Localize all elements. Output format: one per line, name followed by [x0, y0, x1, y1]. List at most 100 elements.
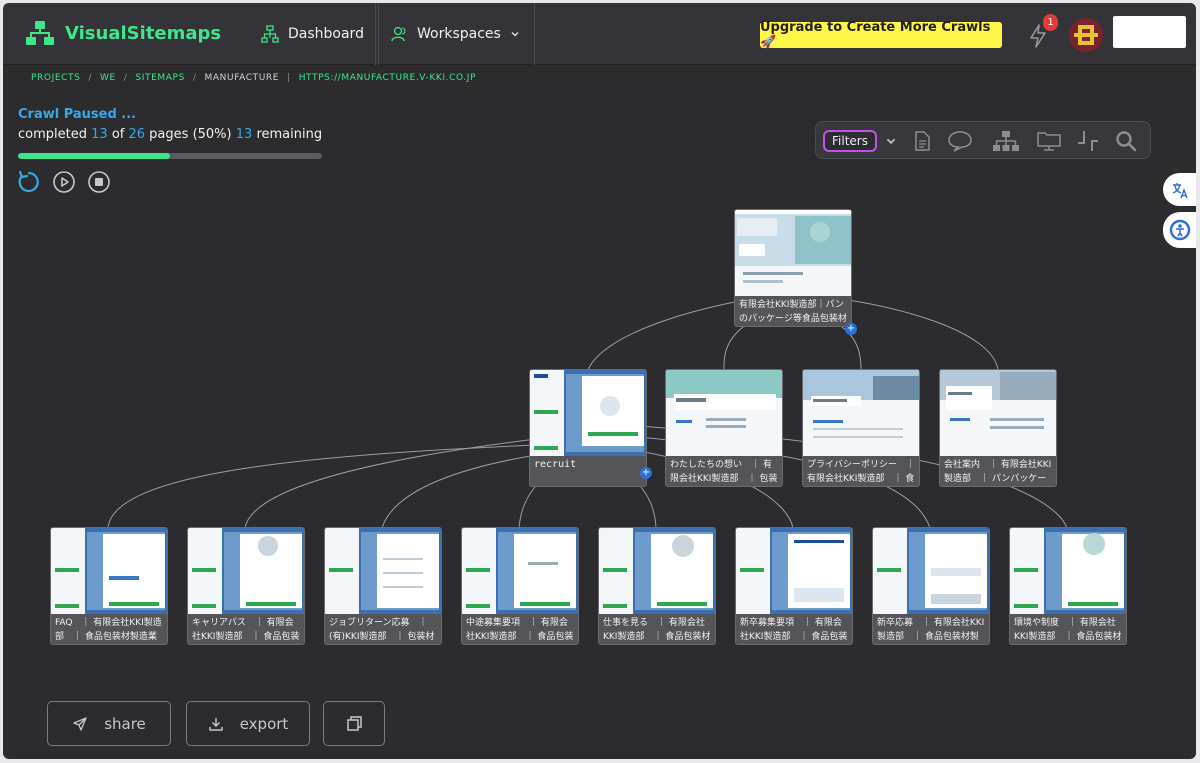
breadcrumb-projects[interactable]: PROJECTS: [31, 73, 80, 83]
page-title: 会社案内 ｜ 有限会社KKI製造部 ｜ パンパッケージ: [940, 456, 1056, 486]
page-title: 有限会社KKI製造部｜パンのパッケージ等食品包装材: [735, 296, 851, 326]
page-title: 仕事を見る ｜ 有限会社KKI製造部 ｜ 食品包装材製造業: [599, 614, 715, 644]
document-icon[interactable]: [910, 129, 934, 153]
page-thumbnail: [325, 528, 441, 614]
play-icon[interactable]: [52, 170, 76, 194]
sitemap-node-privacy-policy[interactable]: プライバシーポリシー ｜ 有限会社KKI製造部 ｜ 食品包装: [802, 369, 920, 487]
breadcrumb-separator: /: [88, 73, 93, 83]
avatar[interactable]: [1069, 18, 1103, 52]
breadcrumb-separator: /: [123, 73, 128, 83]
app-window: VisualSitemaps Dashboard Workspaces Upgr…: [3, 3, 1196, 759]
breadcrumb-url[interactable]: HTTPS://MANUFACTURE.V-KKI.CO.JP: [299, 73, 476, 83]
share-button[interactable]: share: [47, 701, 171, 746]
nav-dashboard[interactable]: Dashboard: [247, 3, 379, 65]
crawl-remaining-count: 13: [235, 127, 253, 142]
sitemap-node-new-grad[interactable]: 新卒募集要項 ｜ 有限会社KKI製造部 ｜ 食品包装材: [735, 527, 853, 645]
page-title: プライバシーポリシー ｜ 有限会社KKI製造部 ｜ 食品包装: [803, 456, 919, 486]
page-thumbnail: [666, 370, 782, 456]
notification-badge: 1: [1043, 14, 1058, 31]
page-title: 新卒応募 ｜ 有限会社KKI製造部 ｜ 食品包装材製造: [873, 614, 989, 644]
breadcrumb-separator: /: [192, 73, 197, 83]
page-title: わたしたちの想い ｜ 有限会社KKI製造部 ｜ 包装資材: [666, 456, 782, 486]
app-name: VisualSitemaps: [65, 22, 222, 44]
breadcrumb-workspace[interactable]: WE: [100, 73, 116, 83]
page-thumbnail: [530, 370, 646, 456]
monitor-icon[interactable]: [1035, 129, 1063, 153]
translate-icon: [1172, 182, 1188, 198]
user-menu[interactable]: [1113, 16, 1186, 48]
app-logo[interactable]: VisualSitemaps: [25, 20, 221, 46]
search-icon[interactable]: [1114, 129, 1138, 153]
restart-icon[interactable]: [17, 170, 41, 194]
duplicate-button[interactable]: [323, 701, 385, 746]
crop-icon[interactable]: [1076, 129, 1100, 153]
page-thumbnail: [1010, 528, 1126, 614]
sitemap-icon: [261, 25, 279, 43]
page-thumbnail: [599, 528, 715, 614]
avatar-pattern-icon: [1069, 18, 1103, 52]
sitemap-node-faq[interactable]: FAQ ｜ 有限会社KKI製造部 ｜ 食品包装材製造業: [50, 527, 168, 645]
share-label: share: [104, 714, 146, 733]
stop-icon[interactable]: [87, 170, 111, 194]
sitemap-node-new-grad-apply[interactable]: 新卒応募 ｜ 有限会社KKI製造部 ｜ 食品包装材製造: [872, 527, 990, 645]
top-header: VisualSitemaps Dashboard Workspaces Upgr…: [3, 3, 1196, 65]
users-icon: [391, 26, 406, 42]
page-thumbnail: [188, 528, 304, 614]
page-thumbnail: [736, 528, 852, 614]
page-title: 新卒募集要項 ｜ 有限会社KKI製造部 ｜ 食品包装材: [736, 614, 852, 644]
sitemap-node-career-path[interactable]: キャリアパス ｜ 有限会社KKI製造部 ｜ 食品包装材製造業: [187, 527, 305, 645]
crawl-progress-bar: [18, 153, 322, 159]
sitemap-node-see-work[interactable]: 仕事を見る ｜ 有限会社KKI製造部 ｜ 食品包装材製造業: [598, 527, 716, 645]
expand-node-icon[interactable]: +: [845, 323, 857, 335]
accessibility-button[interactable]: [1163, 212, 1196, 248]
breadcrumb-separator: |: [287, 73, 291, 83]
download-icon: [209, 717, 223, 731]
send-icon: [73, 716, 87, 731]
chevron-down-icon[interactable]: [885, 135, 897, 147]
page-title: 中途募集要項 ｜ 有限会社KKI製造部 ｜ 食品包装材製造業: [462, 614, 578, 644]
page-title: 環境や制度 ｜ 有限会社KKI製造部 ｜ 食品包装材製造業: [1010, 614, 1126, 644]
nav-workspaces[interactable]: Workspaces: [375, 3, 535, 65]
copy-icon: [346, 716, 362, 731]
page-thumbnail: [462, 528, 578, 614]
page-title: ジョブリターン応募 ｜ (有)KKI製造部 ｜ 包装材製造業: [325, 614, 441, 644]
translate-button[interactable]: [1163, 173, 1196, 206]
page-title: recruit: [530, 456, 646, 486]
crawl-pages-label: pages: [149, 127, 189, 142]
crawl-of: of: [111, 127, 125, 142]
page-title: キャリアパス ｜ 有限会社KKI製造部 ｜ 食品包装材製造業: [188, 614, 304, 644]
page-thumbnail: [873, 528, 989, 614]
export-button[interactable]: export: [186, 701, 310, 746]
expand-node-icon[interactable]: +: [640, 467, 652, 479]
comment-icon[interactable]: [946, 129, 974, 153]
sitemap-node-mid-career[interactable]: 中途募集要項 ｜ 有限会社KKI製造部 ｜ 食品包装材製造業: [461, 527, 579, 645]
crawl-remaining-label: remaining: [256, 127, 323, 142]
page-thumbnail: [51, 528, 167, 614]
accessibility-icon: [1169, 219, 1190, 241]
upgrade-button[interactable]: Upgrade to Create More Crawls 🚀: [760, 20, 1002, 50]
crawl-status-title: Crawl Paused ...: [18, 107, 137, 122]
page-thumbnail: [940, 370, 1056, 456]
sitemap-node-job-return[interactable]: ジョブリターン応募 ｜ (有)KKI製造部 ｜ 包装材製造業: [324, 527, 442, 645]
sitemap-logo-icon: [26, 21, 54, 45]
breadcrumb-sitemaps[interactable]: SITEMAPS: [135, 73, 184, 83]
page-thumbnail: [803, 370, 919, 456]
sitemap-node-recruit[interactable]: recruit: [529, 369, 647, 487]
sitemap-toolbar: Filters: [815, 121, 1151, 159]
hierarchy-icon[interactable]: [992, 129, 1020, 153]
sitemap-node-root[interactable]: 有限会社KKI製造部｜パンのパッケージ等食品包装材: [734, 209, 852, 327]
breadcrumb: PROJECTS / WE / SITEMAPS / MANUFACTURE |…: [31, 73, 476, 83]
chevron-down-icon: [511, 32, 519, 37]
export-label: export: [239, 714, 289, 733]
crawl-completed-count: 13: [91, 127, 108, 142]
crawl-prefix: completed: [18, 127, 87, 142]
sitemap-node-environment[interactable]: 環境や制度 ｜ 有限会社KKI製造部 ｜ 食品包装材製造業: [1009, 527, 1127, 645]
filters-button[interactable]: Filters: [823, 130, 877, 152]
sitemap-node-company-profile[interactable]: 会社案内 ｜ 有限会社KKI製造部 ｜ パンパッケージ: [939, 369, 1057, 487]
breadcrumb-current: MANUFACTURE: [204, 73, 280, 83]
sitemap-node-our-thoughts[interactable]: わたしたちの想い ｜ 有限会社KKI製造部 ｜ 包装資材: [665, 369, 783, 487]
crawl-progress-text: completed 13 of 26 pages (50%) 13 remain…: [18, 127, 322, 142]
crawl-percent: (50%): [192, 127, 232, 142]
page-thumbnail: [735, 210, 851, 296]
page-title: FAQ ｜ 有限会社KKI製造部 ｜ 食品包装材製造業: [51, 614, 167, 644]
